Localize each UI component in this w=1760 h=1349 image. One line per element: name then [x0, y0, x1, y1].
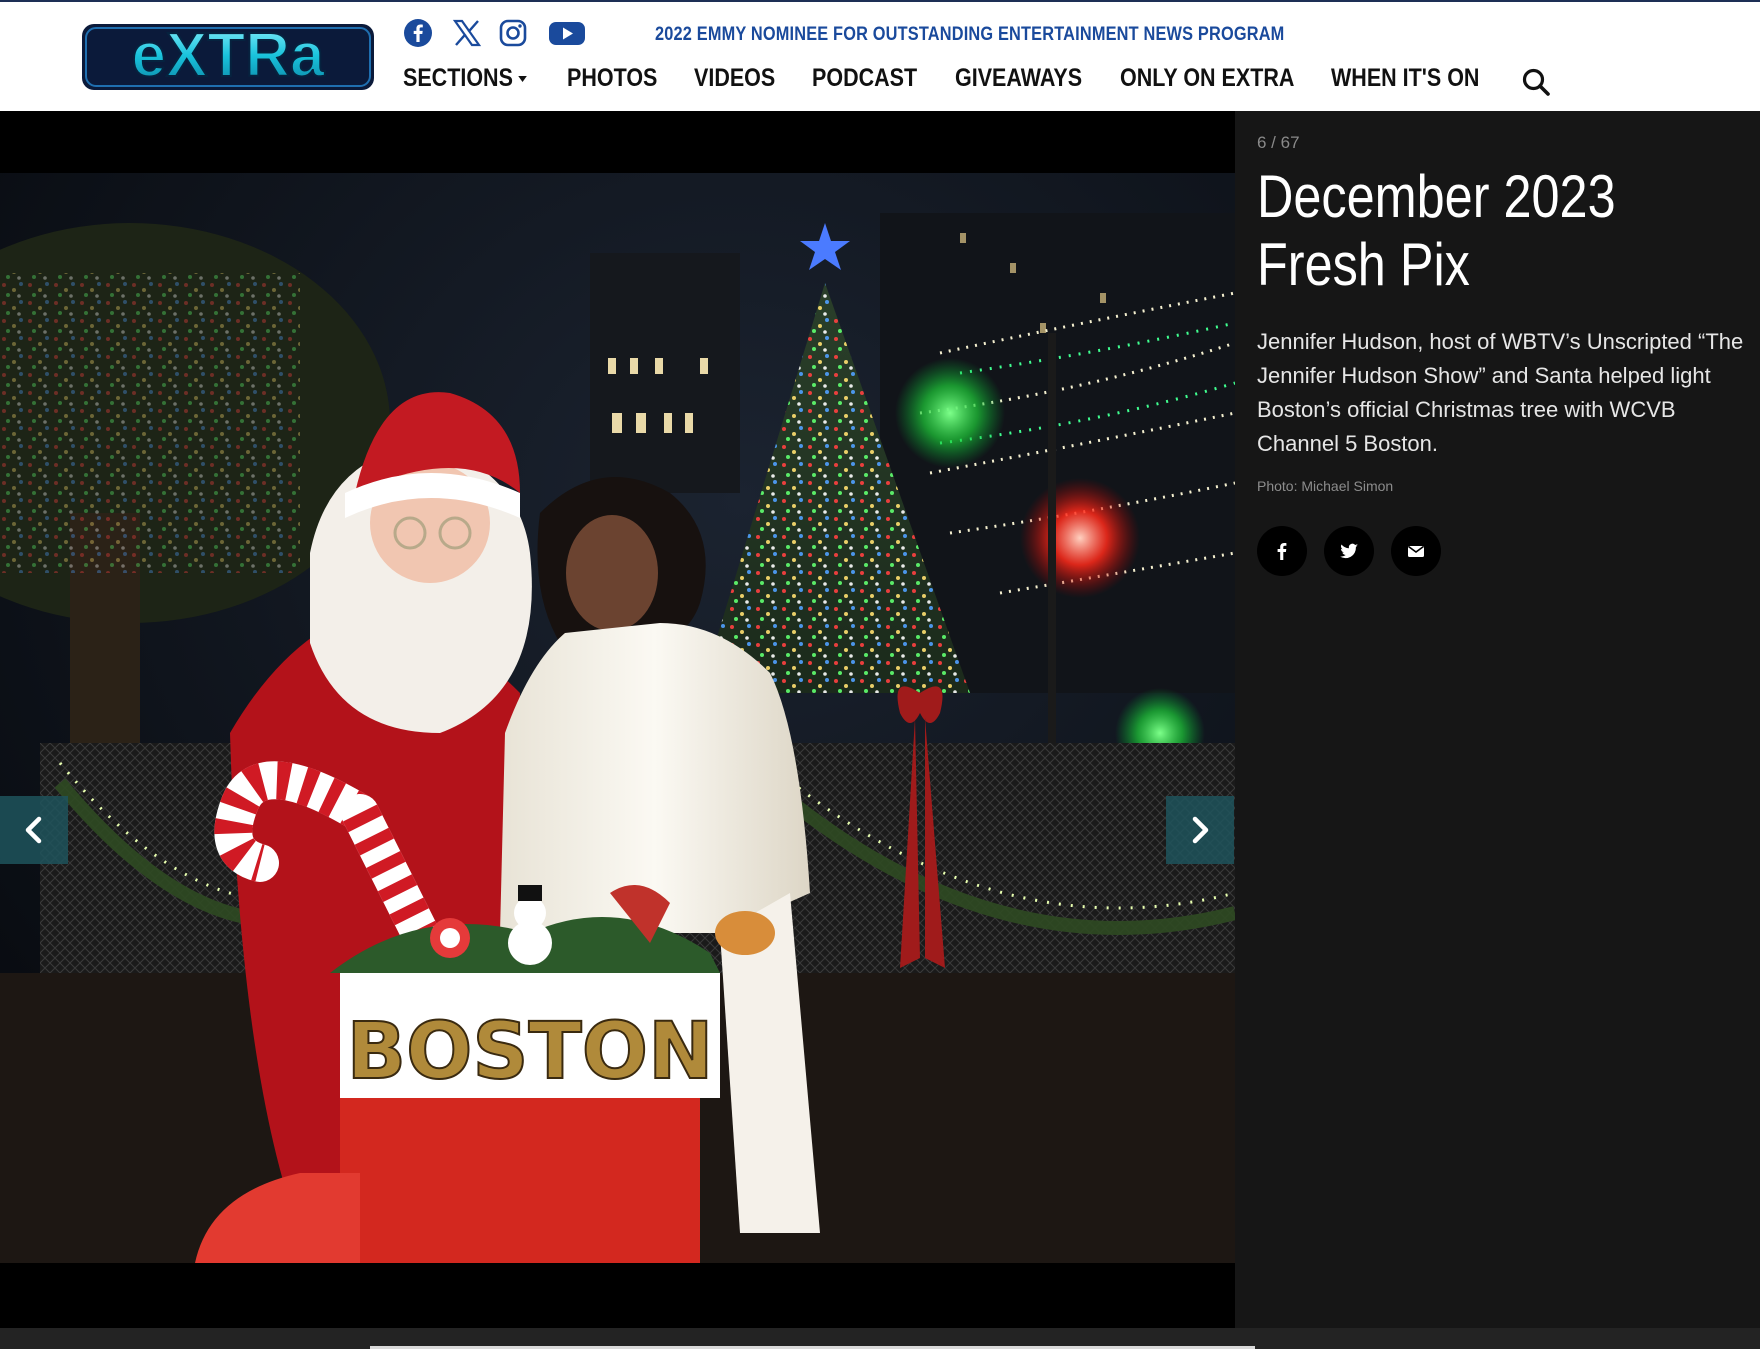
photo-caption: Jennifer Hudson, host of WBTV’s Unscript…: [1257, 329, 1744, 456]
x-icon[interactable]: [452, 18, 488, 52]
photo-credit: Photo: Michael Simon: [1257, 478, 1394, 494]
gallery-stage: BOSTON: [0, 111, 1235, 1328]
facebook-icon: [1277, 543, 1287, 560]
gallery-sidebar: 6 / 67 December 2023 Fresh Pix Jennifer …: [1235, 111, 1760, 1328]
site-header: eXTRa 2022 EMMY NOMINEE FOR OUTSTANDING …: [0, 0, 1760, 111]
nav-photos[interactable]: PHOTOS: [567, 64, 657, 93]
share-facebook-button[interactable]: [1257, 526, 1307, 576]
chevron-left-icon: [25, 816, 42, 844]
nav-sections[interactable]: SECTIONS: [403, 64, 527, 93]
nav-videos[interactable]: VIDEOS: [694, 64, 775, 93]
nav-giveaways[interactable]: GIVEAWAYS: [955, 64, 1082, 93]
gallery-photo: BOSTON: [0, 173, 1235, 1263]
instagram-icon[interactable]: [498, 18, 534, 52]
search-icon[interactable]: [1521, 67, 1551, 97]
svg-text:eXTRa: eXTRa: [132, 22, 325, 90]
chevron-right-icon: [1192, 816, 1209, 844]
email-icon: [1408, 545, 1424, 557]
previous-photo-button[interactable]: [0, 796, 68, 864]
facebook-icon[interactable]: [403, 18, 439, 52]
slide-counter: 6 / 67: [1257, 133, 1300, 152]
nav-only-on-extra[interactable]: ONLY ON EXTRA: [1120, 64, 1294, 93]
extra-logo[interactable]: eXTRa: [80, 22, 376, 92]
next-photo-button[interactable]: [1166, 796, 1234, 864]
gallery-title: December 2023 Fresh Pix: [1257, 163, 1616, 298]
share-twitter-button[interactable]: [1324, 526, 1374, 576]
twitter-icon: [1340, 543, 1358, 559]
nav-when-its-on[interactable]: WHEN IT'S ON: [1331, 64, 1479, 93]
share-email-button[interactable]: [1391, 526, 1441, 576]
nav-podcast[interactable]: PODCAST: [812, 64, 917, 93]
emmy-banner[interactable]: 2022 EMMY NOMINEE FOR OUTSTANDING ENTERT…: [655, 24, 1284, 46]
boston-sign-text: BOSTON: [347, 1007, 714, 1097]
youtube-icon[interactable]: [548, 18, 586, 52]
chevron-down-icon: [518, 76, 527, 83]
